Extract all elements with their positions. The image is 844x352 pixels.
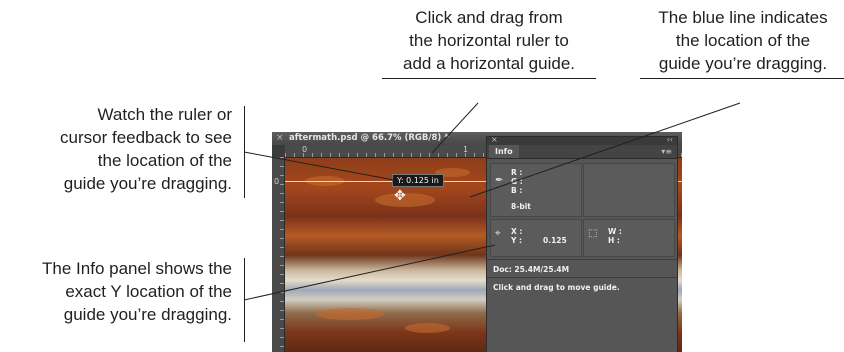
leader-line bbox=[243, 244, 496, 301]
leader-line bbox=[243, 151, 395, 181]
leader-lines bbox=[243, 102, 741, 301]
leader-line bbox=[431, 102, 479, 154]
leader-line bbox=[469, 102, 741, 198]
